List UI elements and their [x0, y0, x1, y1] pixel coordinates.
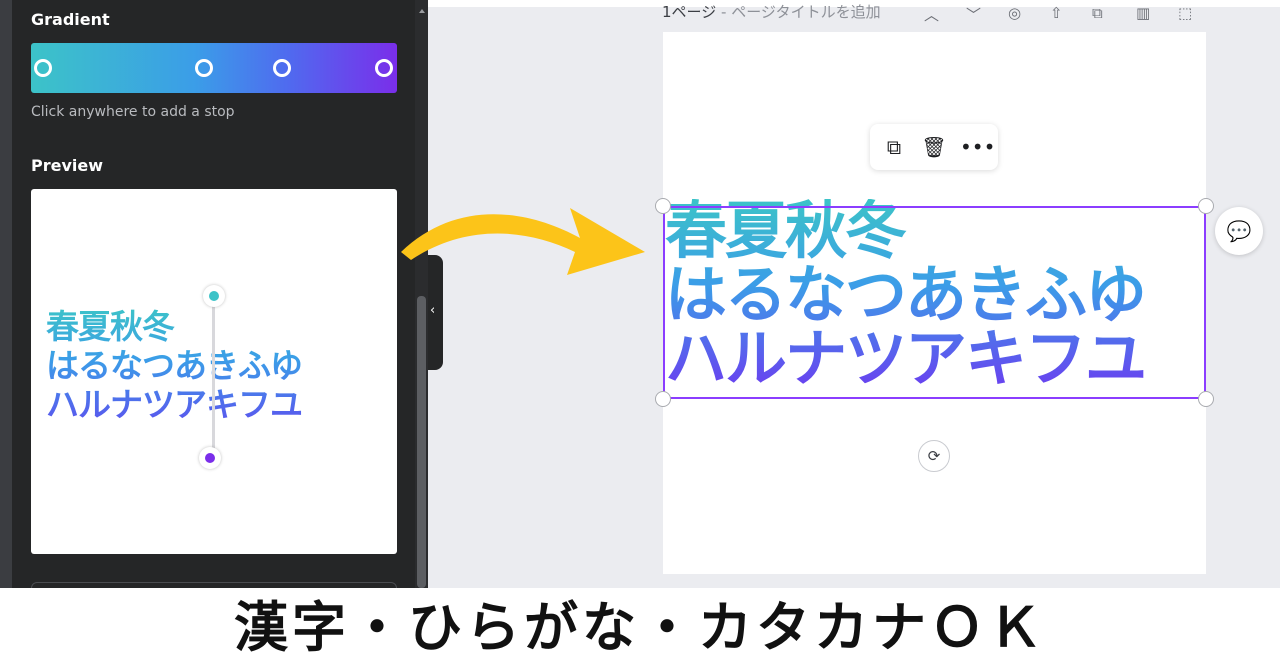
- hide-icon[interactable]: ◎: [1008, 4, 1021, 22]
- gradient-stop-1[interactable]: [34, 59, 52, 77]
- resize-handle-bottom-right[interactable]: [1198, 391, 1214, 407]
- chevron-down-icon[interactable]: ﹀: [966, 4, 981, 25]
- trash-icon[interactable]: 🗑: [920, 133, 948, 161]
- page-title[interactable]: 1ページ - ページタイトルを追加: [662, 1, 881, 23]
- left-edge-strip: [0, 0, 12, 588]
- gradient-start-handle[interactable]: [203, 285, 225, 307]
- duplicate-icon[interactable]: ⧉: [880, 133, 908, 161]
- preview-line: 春夏秋冬: [46, 307, 174, 346]
- selection-box: [663, 206, 1206, 399]
- gradient-direction-line: [212, 296, 215, 458]
- add-page-icon[interactable]: ⬚: [1178, 4, 1192, 22]
- preview-text: 春夏秋冬 はるなつあきふゆ ハルナツアキフユ: [46, 307, 302, 424]
- more-icon[interactable]: •••: [960, 133, 995, 161]
- caption: 漢字・ひらがな・カタカナＯＫ: [0, 588, 1280, 670]
- gradient-bar[interactable]: [31, 43, 397, 93]
- preview-heading: Preview: [31, 156, 104, 175]
- gradient-end-handle[interactable]: [199, 447, 221, 469]
- resize-handle-top-right[interactable]: [1198, 198, 1214, 214]
- gradient-stop-4[interactable]: [375, 59, 393, 77]
- upload-icon[interactable]: ⇧: [1050, 4, 1063, 22]
- duplicate-page-icon[interactable]: ⧉: [1092, 4, 1103, 22]
- resize-handle-top-left[interactable]: [655, 198, 671, 214]
- rotate-icon[interactable]: ⟳: [918, 440, 950, 472]
- panel-scrollbar[interactable]: [415, 0, 428, 588]
- chevron-left-icon: ‹: [430, 303, 436, 318]
- gradient-stop-2[interactable]: [195, 59, 213, 77]
- preview-line: ハルナツアキフユ: [46, 385, 302, 424]
- element-toolbar: ⧉ 🗑 •••: [870, 124, 998, 170]
- chevron-up-icon[interactable]: ︿: [924, 4, 939, 25]
- canvas-area: 1ページ - ページタイトルを追加 ︿ ﹀ ◎ ⇧ ⧉ ▥ ⬚ ‹ ⧉ 🗑 ••…: [428, 0, 1280, 588]
- gradient-hint: Click anywhere to add a stop: [31, 104, 235, 120]
- delete-page-icon[interactable]: ▥: [1136, 4, 1150, 22]
- color-panel: Gradient Click anywhere to add a stop Pr…: [12, 0, 415, 588]
- scroll-up-icon[interactable]: [419, 9, 425, 13]
- gradient-stop-3[interactable]: [273, 59, 291, 77]
- gradient-preview: 春夏秋冬 はるなつあきふゆ ハルナツアキフユ: [31, 189, 397, 554]
- scrollbar-thumb[interactable]: [417, 296, 426, 588]
- arrow-icon: [401, 208, 645, 275]
- add-comment-icon[interactable]: 💬: [1215, 207, 1263, 255]
- gradient-heading: Gradient: [31, 10, 110, 29]
- resize-handle-bottom-left[interactable]: [655, 391, 671, 407]
- preview-line: はるなつあきふゆ: [46, 346, 302, 385]
